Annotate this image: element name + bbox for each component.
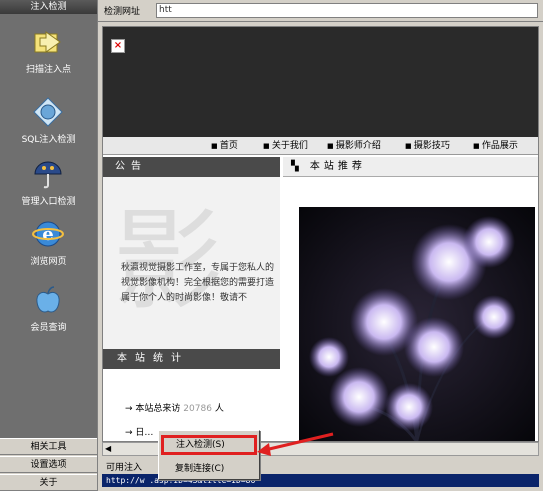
stat-value: 20786 [183, 404, 212, 414]
umbrella-icon [34, 161, 62, 189]
svg-text:e: e [42, 224, 53, 245]
menu-item-copy-link[interactable]: 复制连接(C) [161, 459, 257, 479]
stat-row: → 日… [125, 428, 154, 438]
featured-photo[interactable] [299, 207, 535, 441]
sidebar-item-scan[interactable]: 扫描注入点 [0, 22, 97, 84]
sidebar-item-browse[interactable]: e 浏览网页 [0, 214, 97, 276]
sidebar-item-admin[interactable]: 管理入口检测 [0, 154, 97, 216]
broken-image-icon: × [111, 39, 125, 53]
ie-globe-icon: e [32, 221, 64, 247]
sidebar-item-label: 扫描注入点 [25, 65, 71, 75]
sidebar-item-label: SQL注入检测 [21, 135, 76, 145]
notice-panel: 影 秋瀛视觉摄影工作室，专属于您私人的视觉影像机构！完全根据您的需要打造属于你个… [103, 177, 280, 349]
sidebar-panel: 扫描注入点 SQL注入检测 管理入口检测 e 浏览网页 会员查询 [0, 14, 97, 438]
address-label: 检测网址 [104, 7, 141, 17]
nav-link-works[interactable]: 作品展示 [473, 137, 518, 155]
recommend-heading: ▚ 本站推荐 [283, 157, 538, 177]
address-input[interactable]: htt [156, 3, 538, 18]
menu-item-inject-detect[interactable]: 注入检测(S) [161, 435, 257, 455]
related-tools-button[interactable]: 相关工具 [0, 438, 97, 455]
scroll-left-icon[interactable]: ◀ [105, 444, 111, 453]
browser-view[interactable]: × 首页 关于我们 摄影师介绍 摄影技巧 作品展示 公告 ▚ 本站推荐 影 秋瀛… [102, 26, 539, 442]
annotation-arrow-icon [257, 432, 334, 456]
sidebar-header[interactable]: 注入检测 [0, 0, 97, 14]
sidebar: 注入检测 扫描注入点 SQL注入检测 管理入口检测 e 浏览网页 会员查询 相关… [0, 0, 98, 491]
sidebar-item-label: 浏览网页 [30, 257, 67, 267]
sidebar-item-label: 会员查询 [30, 323, 67, 333]
sidebar-item-label: 管理入口检测 [21, 197, 76, 207]
folder-arrow-icon [34, 31, 61, 53]
apple-icon [36, 286, 60, 313]
address-bar: 检测网址 htt [98, 0, 543, 22]
site-nav: 首页 关于我们 摄影师介绍 摄影技巧 作品展示 [103, 137, 538, 155]
settings-button[interactable]: 设置选项 [0, 456, 97, 473]
about-button[interactable]: 关于 [0, 474, 97, 491]
context-menu: 注入检测(S) 复制连接(C) [158, 430, 260, 480]
flower-photo [299, 207, 535, 441]
nav-link-photographers[interactable]: 摄影师介绍 [327, 137, 381, 155]
recommend-title: 本站推荐 [309, 161, 366, 172]
sidebar-item-member[interactable]: 会员查询 [0, 280, 97, 342]
watermark-char: 影 [113, 197, 223, 325]
stat-row: → 本站总来访 20786 人 [125, 404, 224, 414]
sidebar-item-sql[interactable]: SQL注入检测 [0, 92, 97, 154]
nav-link-about[interactable]: 关于我们 [263, 137, 308, 155]
available-injection-label: 可用注入 [106, 463, 143, 473]
film-icon: ▚ [291, 161, 310, 172]
nav-link-home[interactable]: 首页 [211, 137, 238, 155]
site-banner: × [103, 27, 538, 137]
notice-text: 秋瀛视觉摄影工作室，专属于您私人的视觉影像机构！完全根据您的需要打造属于你个人的… [121, 263, 275, 303]
diamond-globe-icon [33, 97, 63, 127]
nav-link-tips[interactable]: 摄影技巧 [405, 137, 450, 155]
notice-heading: 公告 [103, 157, 280, 177]
stats-heading: 本站统计 [103, 349, 280, 369]
